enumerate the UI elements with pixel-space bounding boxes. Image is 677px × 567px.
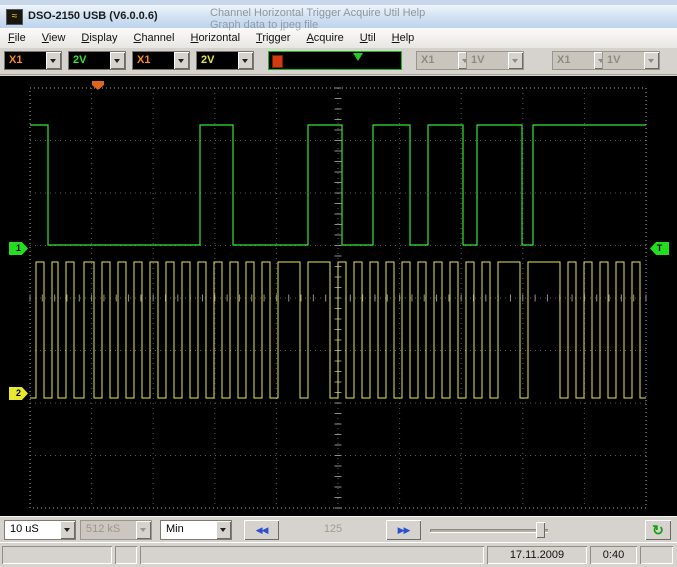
dropdown-arrow-icon xyxy=(508,52,523,69)
dropdown-arrow-icon xyxy=(136,521,151,539)
trigger-level-marker[interactable] xyxy=(272,55,283,68)
dropdown-arrow-icon[interactable] xyxy=(216,521,231,539)
menu-display[interactable]: Display xyxy=(73,28,125,48)
acquire-mode-combo[interactable]: Min xyxy=(160,520,232,540)
page-right-icon: ▶▶ xyxy=(398,525,410,535)
buffer-size-combo: 512 kS xyxy=(80,520,152,540)
aux-combo-2-value: 1V xyxy=(471,54,484,66)
menu-channel[interactable]: Channel xyxy=(125,28,182,48)
status-panel-1 xyxy=(2,546,112,564)
aux-combo-4-combo: 1V xyxy=(602,51,660,70)
status-bar: 17.11.2009 0:40 xyxy=(0,542,677,567)
aux-combo-2-combo: 1V xyxy=(466,51,524,70)
status-date: 17.11.2009 xyxy=(510,549,564,561)
menu-horizontal[interactable]: Horizontal xyxy=(182,28,248,48)
menu-view[interactable]: View xyxy=(34,28,74,48)
page-position-label: 125 xyxy=(284,523,382,535)
trigger-marker-label: T xyxy=(657,243,663,253)
ch1-volts-value: 2V xyxy=(73,54,86,66)
refresh-button[interactable]: ↻ xyxy=(645,520,671,540)
menu-help[interactable]: Help xyxy=(384,28,423,48)
aux-combo-4-value: 1V xyxy=(607,54,620,66)
menu-acquire[interactable]: Acquire xyxy=(298,28,351,48)
menu-file[interactable]: File xyxy=(0,28,34,48)
dropdown-arrow-icon[interactable] xyxy=(46,52,61,69)
dropdown-arrow-icon[interactable] xyxy=(174,52,189,69)
status-panel-3 xyxy=(140,546,484,564)
acquire-mode-value: Min xyxy=(166,523,184,535)
ch2-probe-combo[interactable]: X1 xyxy=(132,51,190,70)
status-time: 0:40 xyxy=(603,549,624,561)
ch2-volts-value: 2V xyxy=(201,54,214,66)
trigger-position-thumb[interactable] xyxy=(353,53,363,61)
menu-trigger[interactable]: Trigger xyxy=(248,28,298,48)
ch2-marker-label: 2 xyxy=(16,388,21,398)
waveform-canvas xyxy=(0,76,677,516)
dropdown-arrow-icon[interactable] xyxy=(238,52,253,69)
slider-thumb[interactable] xyxy=(536,522,545,538)
ch1-probe-value: X1 xyxy=(9,54,22,66)
page-left-icon: ◀◀ xyxy=(256,525,268,535)
ghost-menu-text: Channel Horizontal Trigger Acquire Util … xyxy=(210,7,425,19)
trigger-position-widget[interactable] xyxy=(268,51,402,70)
status-time-panel: 0:40 xyxy=(590,546,637,564)
ch2-volts-combo[interactable]: 2V xyxy=(196,51,254,70)
buffer-size-value: 512 kS xyxy=(86,523,120,535)
toolbar: X1 2V X1 2V X1 1V X1 1V xyxy=(0,48,677,75)
slider-groove[interactable] xyxy=(430,529,548,533)
page-left-button[interactable]: ◀◀ xyxy=(244,520,279,540)
status-date-panel: 17.11.2009 xyxy=(487,546,587,564)
page-right-button[interactable]: ▶▶ xyxy=(386,520,421,540)
ch1-volts-combo[interactable]: 2V xyxy=(68,51,126,70)
horizontal-position-slider[interactable] xyxy=(430,520,548,540)
menu-bar: FileViewDisplayChannelHorizontalTriggerA… xyxy=(0,28,677,49)
status-panel-2 xyxy=(115,546,137,564)
status-panel-6 xyxy=(640,546,673,564)
timebase-value: 10 uS xyxy=(10,523,39,535)
ch2-probe-value: X1 xyxy=(137,54,150,66)
ch1-marker-label: 1 xyxy=(16,243,21,253)
ch1-probe-combo[interactable]: X1 xyxy=(4,51,62,70)
app-icon: ≈ xyxy=(6,9,23,25)
scope-display: 1 2 T xyxy=(0,76,677,516)
ch2-trace xyxy=(30,262,646,398)
aux-combo-1-value: X1 xyxy=(421,54,434,66)
bottom-toolbar: 10 uS 512 kS Min ◀◀ 125 ▶▶ ↻ xyxy=(0,516,677,543)
window-title: DSO-2150 USB (V6.0.0.6) xyxy=(28,10,158,22)
timebase-combo[interactable]: 10 uS xyxy=(4,520,76,540)
dropdown-arrow-icon[interactable] xyxy=(110,52,125,69)
menu-util[interactable]: Util xyxy=(352,28,384,48)
aux-combo-3-value: X1 xyxy=(557,54,570,66)
dropdown-arrow-icon xyxy=(644,52,659,69)
refresh-icon: ↻ xyxy=(652,522,664,538)
app-window: ≈ DSO-2150 USB (V6.0.0.6) Channel Horizo… xyxy=(0,0,677,567)
dropdown-arrow-icon[interactable] xyxy=(60,521,75,539)
ghost-tooltip-text: Graph data to jpeg file xyxy=(210,19,318,31)
